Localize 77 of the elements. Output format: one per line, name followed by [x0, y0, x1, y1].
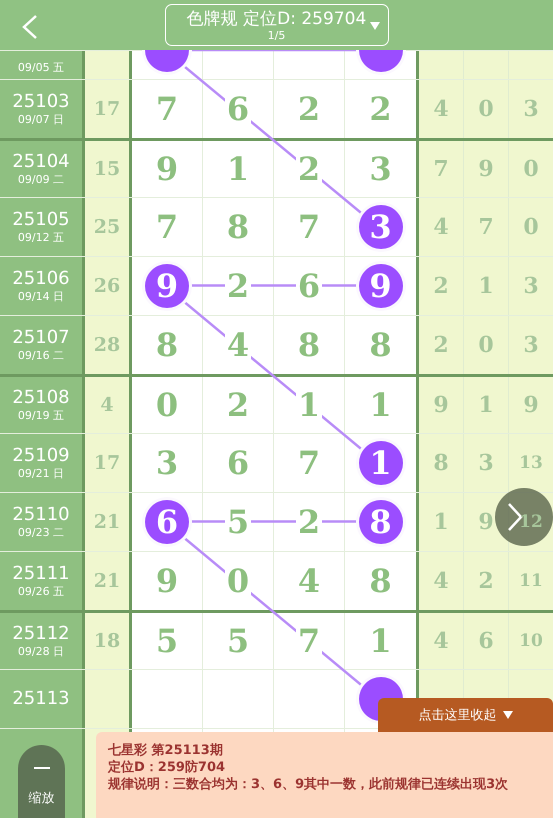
sum-value: 15: [94, 158, 120, 180]
extra-value: 4: [433, 96, 449, 122]
draw-date: 09/09 二: [18, 173, 64, 187]
extra-value: 1: [478, 273, 494, 299]
extra-value: 3: [478, 450, 494, 476]
draw-date: 09/26 五: [18, 585, 64, 599]
info-text: 七星彩 第25113期: [108, 742, 224, 759]
sum-value: 26: [94, 275, 120, 297]
extra-value: 13: [519, 453, 543, 473]
extra-value: 6: [478, 628, 494, 654]
draw-date: 09/12 五: [18, 231, 64, 245]
issue-number: 25107: [12, 327, 70, 349]
collapse-button[interactable]: 点击这里收起: [378, 698, 553, 732]
minus-icon: [34, 767, 50, 769]
extra-value: 9: [433, 392, 449, 418]
zoom-button[interactable]: 缩放: [18, 745, 65, 818]
draw-date: 09/16 二: [18, 349, 64, 363]
extra-value: 11: [519, 571, 543, 591]
sum-value: 25: [94, 216, 120, 238]
draw-date: 09/07 日: [18, 113, 64, 127]
extra-value: 3: [523, 96, 539, 122]
extra-value: 0: [523, 156, 539, 182]
highlighted-digit: 1: [358, 441, 402, 485]
extra-value: 9: [523, 392, 539, 418]
draw-date: 09/19 五: [18, 409, 64, 423]
issue-number: 25109: [12, 445, 70, 467]
draw-date: 09/21 日: [18, 467, 64, 481]
extra-value: 0: [478, 332, 494, 358]
chevron-right-icon: [507, 502, 523, 532]
highlighted-digit: 9: [145, 264, 189, 308]
highlighted-digit: 8: [358, 500, 402, 544]
sum-value: 21: [94, 511, 120, 533]
extra-value: 3: [523, 273, 539, 299]
issue-number: 25113: [12, 688, 70, 710]
extra-value: 2: [478, 568, 494, 594]
info-text: 规律说明：三数合均为：3、6、9其中一数，此前规律已连续出现3次: [108, 776, 510, 793]
issue-number: 25103: [12, 91, 70, 113]
extra-value: 2: [433, 332, 449, 358]
issue-number: 25108: [12, 387, 70, 409]
extra-value: 8: [433, 450, 449, 476]
extra-value: 10: [519, 631, 543, 651]
extra-value: 12: [519, 512, 543, 532]
extra-value: 1: [478, 392, 494, 418]
issue-number: 25105: [12, 209, 70, 231]
highlighted-digit: 3: [358, 205, 402, 249]
extra-value: 7: [478, 214, 494, 240]
sum-value: 18: [94, 630, 120, 652]
extra-value: 0: [478, 96, 494, 122]
extra-value: 3: [523, 332, 539, 358]
draw-date: 09/23 二: [18, 526, 64, 540]
issue-number: 25111: [12, 563, 70, 585]
issue-number: 25106: [12, 268, 70, 290]
sum-value: 17: [94, 452, 120, 474]
extra-value: 9: [478, 509, 494, 535]
sum-value: 4: [100, 394, 114, 416]
extra-value: 0: [523, 214, 539, 240]
extra-value: 7: [433, 156, 449, 182]
info-text: 定位D：259防704: [108, 759, 226, 776]
highlighted-digit: 9: [358, 264, 402, 308]
extra-value: 4: [433, 628, 449, 654]
issue-number: 25110: [12, 504, 70, 526]
draw-date: 09/05 五: [18, 61, 64, 75]
issue-number: 25104: [12, 151, 70, 173]
sum-value: 21: [94, 570, 120, 592]
extra-value: 1: [433, 509, 449, 535]
extra-value: 9: [478, 156, 494, 182]
caret-icon: [502, 711, 512, 719]
draw-date: 09/14 日: [18, 290, 64, 304]
extra-value: 2: [433, 273, 449, 299]
issue-number: 25112: [12, 623, 70, 645]
highlighted-digit: 6: [145, 500, 189, 544]
extra-value: 4: [433, 214, 449, 240]
extra-value: 4: [433, 568, 449, 594]
sum-value: 17: [94, 98, 120, 120]
draw-date: 09/28 日: [18, 645, 64, 659]
sum-value: 28: [94, 334, 120, 356]
caret-icon: [370, 22, 380, 30]
